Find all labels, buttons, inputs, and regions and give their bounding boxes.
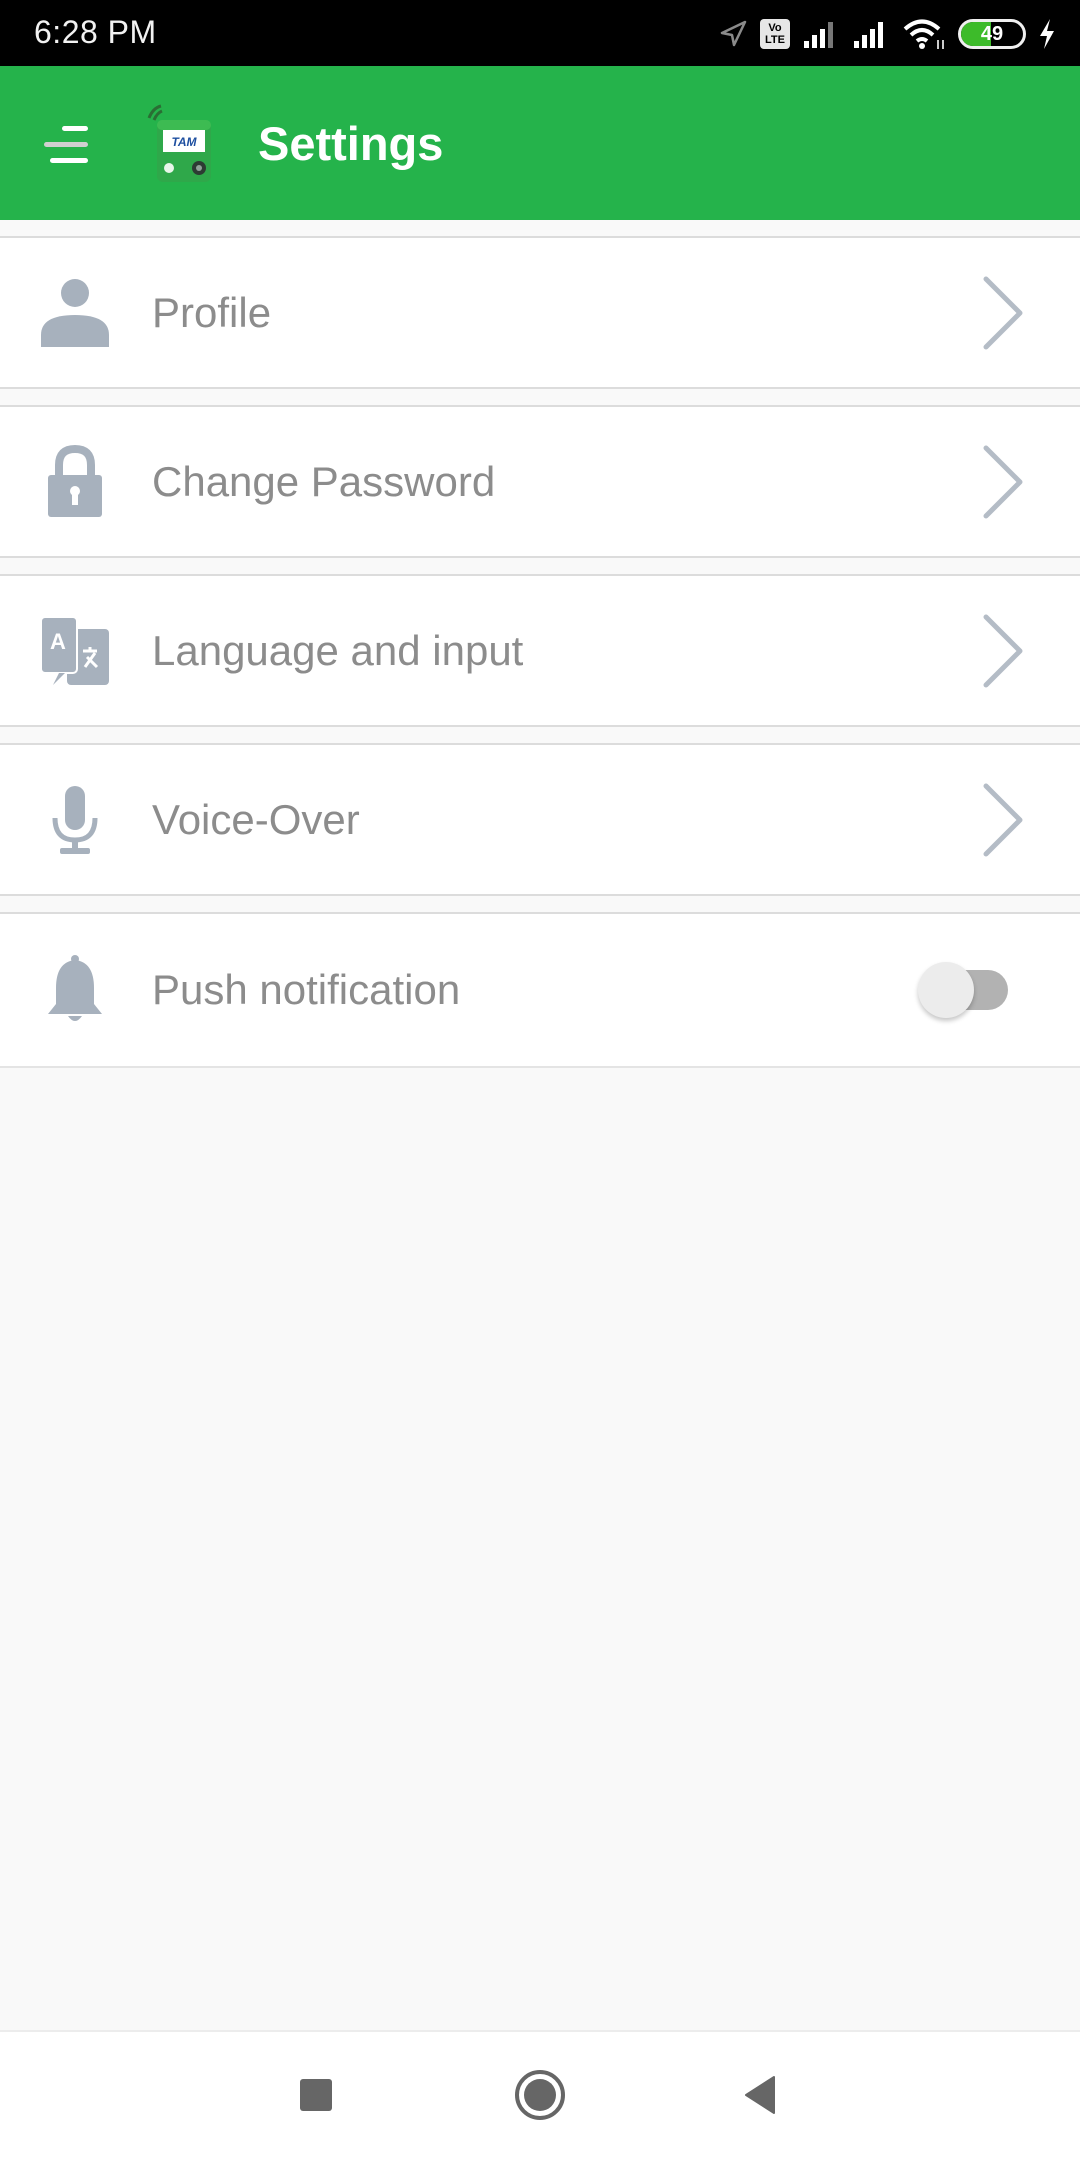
toggle-thumb[interactable]: [918, 962, 974, 1018]
settings-item-label: Profile: [152, 288, 272, 336]
status-bar: 6:28 PM Vo LTE 49: [0, 0, 1080, 66]
charging-bolt-icon: [1038, 18, 1056, 50]
status-time: 6:28 PM: [34, 14, 157, 50]
home-circle-icon: [514, 2069, 566, 2126]
settings-item-voice-over[interactable]: Voice-Over: [0, 743, 1080, 896]
battery-percent: 49: [980, 22, 1004, 45]
back-triangle-icon: [742, 2075, 778, 2120]
microphone-icon: [38, 783, 112, 857]
settings-item-label: Voice-Over: [152, 795, 360, 843]
translate-icon: A: [38, 614, 112, 688]
volte-icon: Vo LTE: [760, 19, 790, 49]
logo-text: TAM: [171, 135, 197, 149]
settings-item-label: Change Password: [152, 457, 496, 505]
chevron-right-icon: [982, 444, 1026, 520]
svg-text:A: A: [50, 629, 66, 654]
system-nav-bar: [0, 2030, 1080, 2160]
app-bar: TAM Settings: [0, 66, 1080, 220]
location-arrow-icon: [718, 19, 748, 49]
settings-list: Profile Change Password A Language and i…: [0, 236, 1080, 1068]
settings-item-profile[interactable]: Profile: [0, 236, 1080, 389]
settings-item-language-and-input[interactable]: A Language and input: [0, 574, 1080, 727]
back-button[interactable]: [720, 2062, 800, 2132]
bell-icon: [38, 953, 112, 1027]
page-title: Settings: [258, 117, 444, 170]
chevron-right-icon: [982, 613, 1026, 689]
battery-icon: 49: [958, 19, 1026, 49]
settings-item-label: Language and input: [152, 626, 524, 674]
home-button[interactable]: [500, 2062, 580, 2132]
recents-square-icon: [298, 2077, 334, 2118]
signal-sim2-icon: [852, 19, 890, 49]
volte-text-top: Vo: [768, 22, 782, 34]
tam-bus-logo-icon: TAM: [145, 104, 215, 186]
settings-item-label: Push notification: [152, 966, 461, 1013]
wifi-icon: [902, 18, 946, 50]
volte-text-bottom: LTE: [765, 34, 785, 46]
recents-button[interactable]: [276, 2062, 356, 2132]
signal-sim1-icon: [802, 19, 840, 49]
chevron-right-icon: [982, 782, 1026, 858]
status-icons: Vo LTE 49: [718, 14, 1056, 54]
settings-item-change-password[interactable]: Change Password: [0, 405, 1080, 558]
hamburger-menu-icon[interactable]: [38, 114, 98, 174]
settings-item-push-notification: Push notification: [0, 912, 1080, 1068]
chevron-right-icon: [982, 275, 1026, 351]
person-icon: [38, 276, 112, 350]
lock-icon: [38, 444, 112, 519]
push-notification-toggle[interactable]: [918, 960, 1012, 1020]
